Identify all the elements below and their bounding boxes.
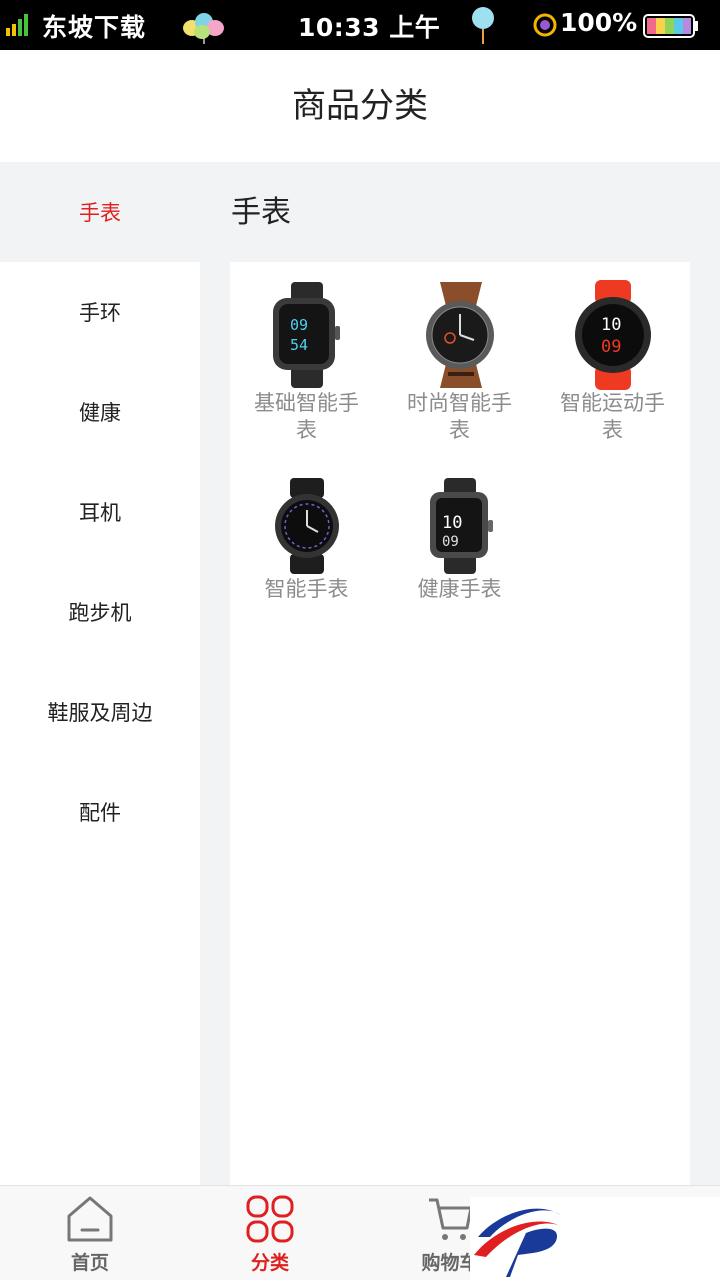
tab-label: 首页: [70, 1252, 109, 1274]
sidebar-item-label: 耳机: [79, 501, 121, 525]
product-name: 健康手表: [417, 577, 502, 601]
sidebar-item-apparel[interactable]: 鞋服及周边: [0, 662, 200, 762]
product-name: 智能手表: [264, 577, 349, 601]
svg-text:10: 10: [442, 513, 462, 533]
cart-icon: [429, 1198, 473, 1240]
round-leather-watch-icon: [425, 282, 494, 388]
product-card[interactable]: 智能手表: [230, 476, 383, 603]
brightness-icon: [533, 13, 557, 37]
svg-text:54: 54: [290, 336, 308, 354]
sidebar-item-label: 手表: [79, 201, 121, 225]
sidebar-fill: [0, 962, 200, 1185]
product-card[interactable]: 09 54 基础智能手表: [230, 280, 383, 444]
battery-percent: 100%: [560, 8, 638, 37]
carrier-name: 东坡下载: [42, 13, 147, 42]
sidebar-item-treadmill[interactable]: 跑步机: [0, 562, 200, 662]
svg-text:09: 09: [601, 337, 621, 357]
home-icon: [67, 1196, 113, 1242]
battery-icon: [643, 14, 698, 38]
signal-icon: [6, 14, 28, 36]
sidebar-blank: [0, 862, 200, 962]
balloon-notification-icon: [183, 13, 224, 44]
sidebar-item-label: 手环: [79, 301, 121, 325]
product-panel: 09 54 基础智能手表 时尚智能手表 10 09 智能运动手表 智能手表 10…: [230, 262, 690, 1185]
product-name: 时尚智能手表: [407, 391, 512, 442]
tab-label: 分类: [250, 1252, 289, 1274]
sidebar-item-label: 鞋服及周边: [47, 701, 153, 725]
brand-logo-icon: [474, 1208, 560, 1277]
product-card[interactable]: 10 09 健康手表: [383, 476, 536, 603]
status-bar: 东坡下载 10:33 上午 100%: [0, 0, 720, 50]
product-name: 基础智能手表: [254, 391, 359, 442]
clock: 10:33 上午: [298, 13, 441, 42]
category-grid-icon: [246, 1195, 294, 1243]
svg-text:09: 09: [442, 534, 459, 550]
round-black-watch-icon: [274, 478, 339, 574]
square-health-watch-icon: 10 09: [429, 478, 493, 574]
sidebar-item-accessories[interactable]: 配件: [0, 762, 200, 862]
sidebar-item-label: 配件: [79, 801, 121, 825]
tab-home[interactable]: 首页: [0, 1186, 180, 1281]
product-name: 智能运动手表: [560, 391, 665, 442]
red-sport-watch-icon: 10 09: [574, 280, 651, 390]
watermark-logo: [470, 1197, 720, 1280]
sidebar-item-health[interactable]: 健康: [0, 362, 200, 462]
svg-text:09: 09: [290, 316, 308, 334]
page-header: 商品分类: [0, 50, 720, 162]
square-smartwatch-icon: 09 54: [272, 282, 340, 388]
sidebar-item-label: 健康: [79, 401, 121, 425]
sidebar-item-label: 跑步机: [68, 601, 132, 625]
tab-category[interactable]: 分类: [180, 1186, 360, 1281]
sidebar-item-watch[interactable]: 手表: [0, 162, 200, 262]
svg-text:10: 10: [601, 315, 621, 335]
product-card[interactable]: 时尚智能手表: [383, 280, 536, 444]
sidebar-item-earphones[interactable]: 耳机: [0, 462, 200, 562]
category-title: 手表: [231, 195, 291, 230]
page-title: 商品分类: [292, 86, 428, 126]
category-sidebar: 手表 手环 健康 耳机 跑步机 鞋服及周边 配件: [0, 162, 200, 1185]
sidebar-item-band[interactable]: 手环: [0, 262, 200, 362]
product-card[interactable]: 10 09 智能运动手表: [536, 280, 689, 444]
balloon-icon: [472, 7, 494, 44]
